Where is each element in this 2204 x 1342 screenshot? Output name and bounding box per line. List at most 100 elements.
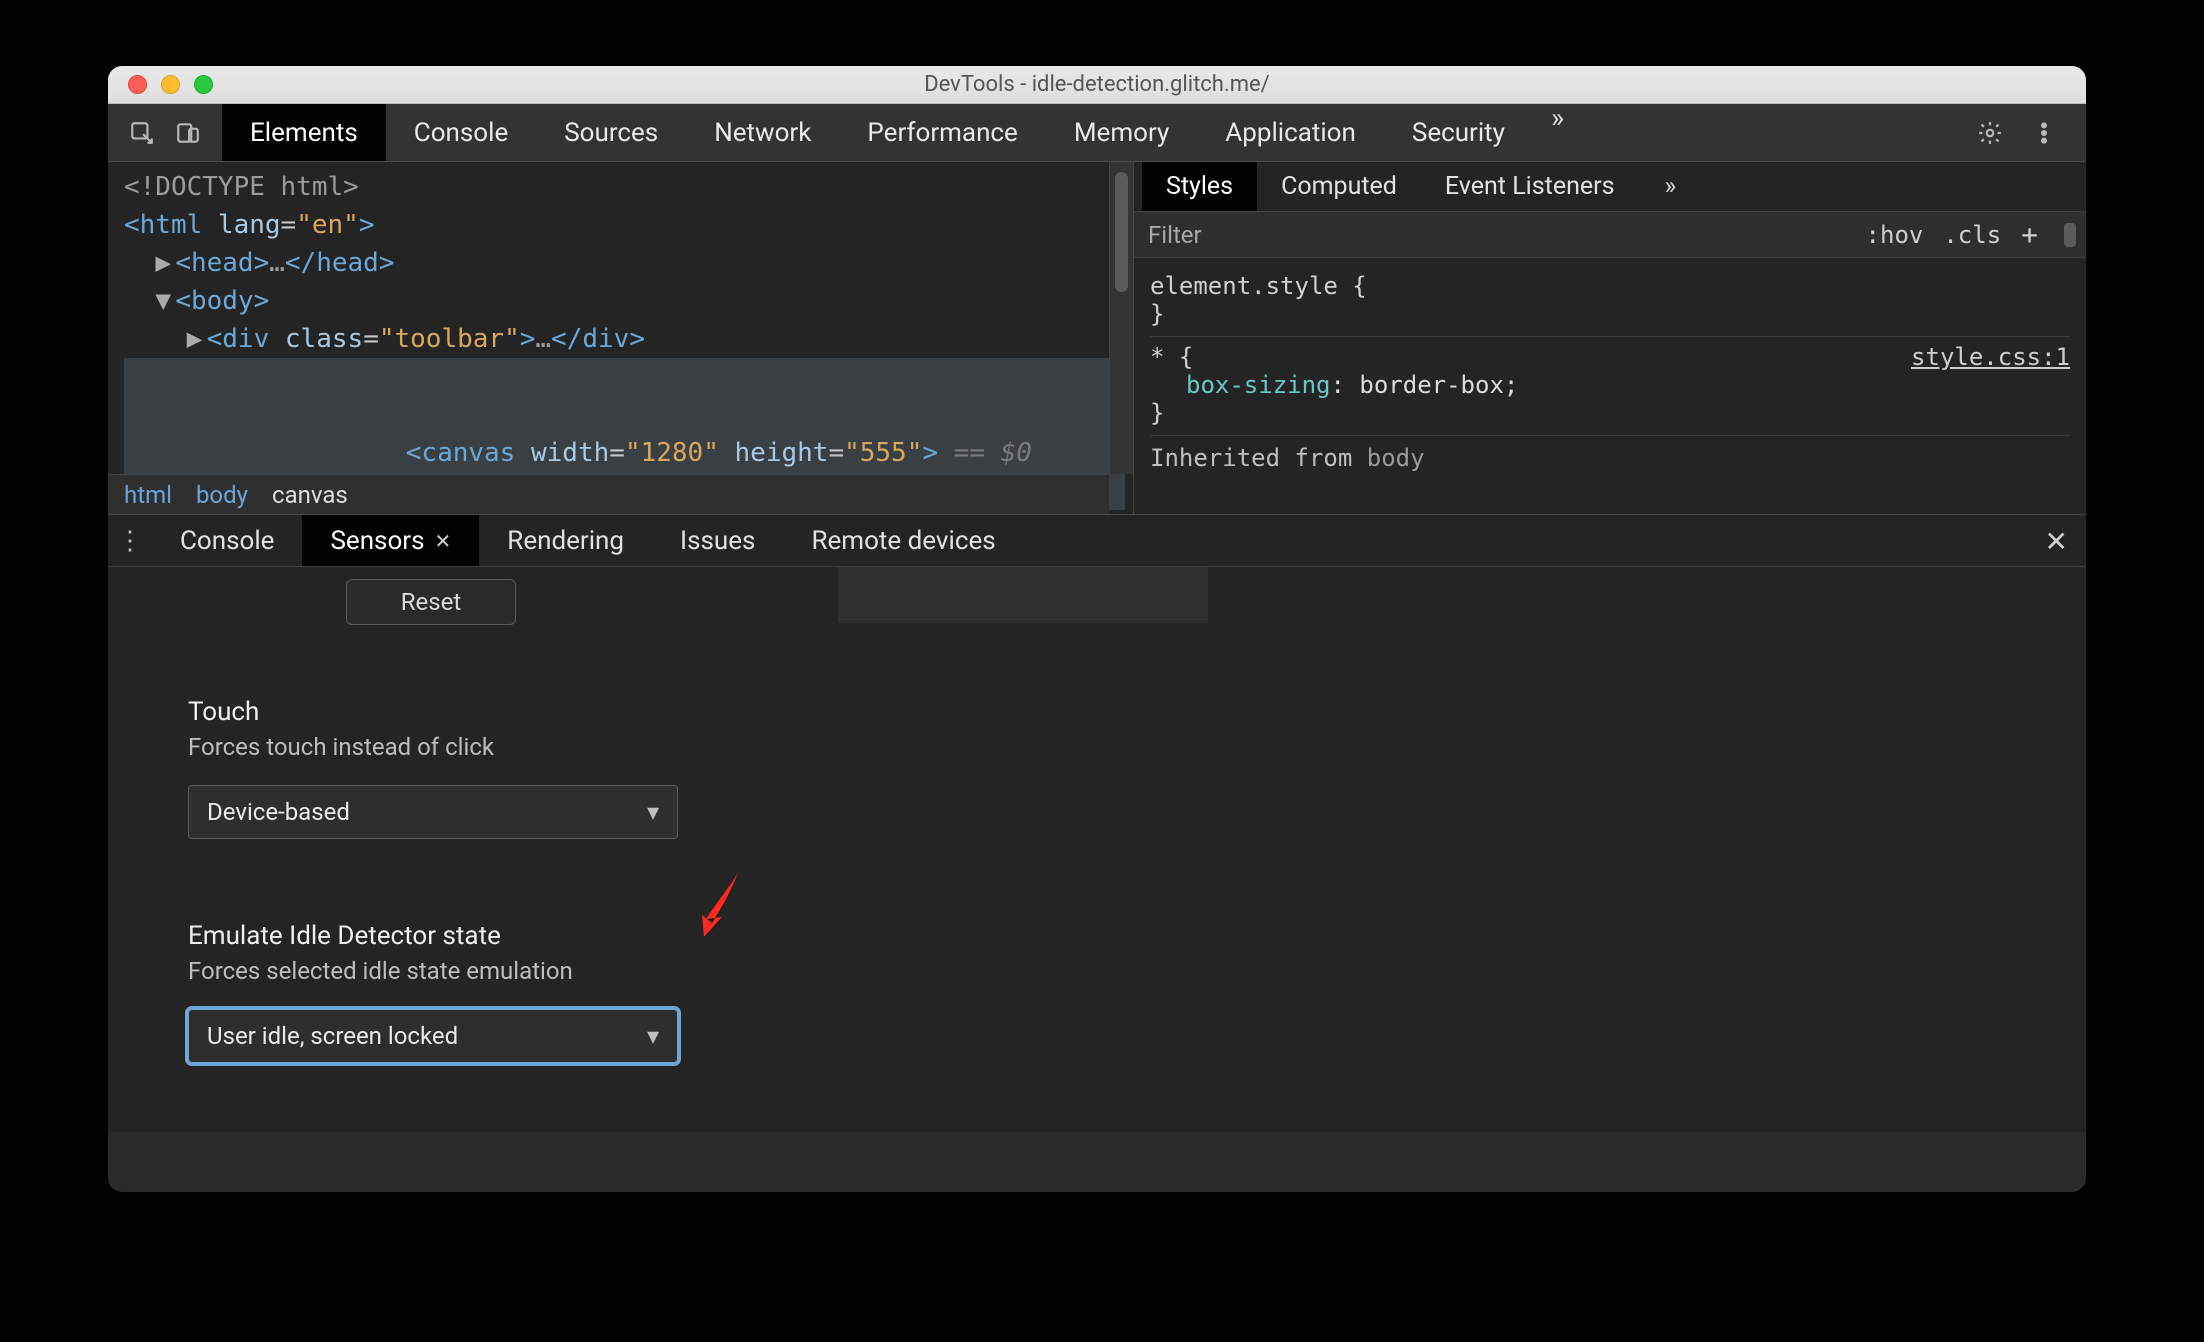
dom-html-open-post: > xyxy=(359,210,375,240)
elements-split: <!DOCTYPE html> <html lang="en"> ▶<head>… xyxy=(108,162,2086,514)
dom-head-close: </head> xyxy=(285,248,395,278)
dom-canvas-hval: "555" xyxy=(844,438,922,468)
kebab-menu-icon[interactable] xyxy=(2022,111,2066,155)
rule-element-style[interactable]: element.style { } xyxy=(1150,266,2070,337)
tab-label: Performance xyxy=(867,118,1017,148)
hov-toggle[interactable]: :hov xyxy=(1866,221,1924,249)
dom-body-open: <body> xyxy=(175,286,269,316)
dom-div-ellipsis: … xyxy=(535,324,551,354)
dom-div-class-name: class xyxy=(285,324,363,354)
styles-filter-row: Filter :hov .cls + xyxy=(1134,212,2086,258)
styles-filter-input[interactable]: Filter xyxy=(1148,221,1866,249)
dom-canvas-open-close: > xyxy=(922,438,938,468)
styles-tab-computed[interactable]: Computed xyxy=(1257,162,1421,211)
drawer-kebab-icon[interactable]: ⋮ xyxy=(108,526,152,556)
drawer-tab-console[interactable]: Console xyxy=(152,515,302,566)
idle-select-value: User idle, screen locked xyxy=(207,1022,458,1050)
idle-title: Emulate Idle Detector state xyxy=(188,921,678,951)
new-rule-icon[interactable]: + xyxy=(2021,218,2038,251)
styles-mini-scrollbar[interactable] xyxy=(2064,223,2076,247)
rule-close: } xyxy=(1150,399,2070,427)
touch-title: Touch xyxy=(188,697,678,727)
top-toolbar: Elements Console Sources Network Perform… xyxy=(108,104,2086,162)
idle-select[interactable]: User idle, screen locked ▾ xyxy=(188,1009,678,1063)
inherited-label: Inherited from xyxy=(1150,444,1367,472)
dom-head-ellipsis: … xyxy=(269,248,285,278)
rule-prop: box-sizing xyxy=(1186,371,1331,399)
dom-div-open: <div xyxy=(207,324,285,354)
window-title: DevTools - idle-detection.glitch.me/ xyxy=(108,72,2086,97)
drawer: ⋮ Console Sensors✕ Rendering Issues Remo… xyxy=(108,514,2086,1132)
tab-label: Console xyxy=(414,118,508,148)
drawer-tab-rendering[interactable]: Rendering xyxy=(479,515,652,566)
chevron-down-icon: ▾ xyxy=(647,1022,659,1050)
settings-icon[interactable] xyxy=(1968,111,2012,155)
dom-div-close: </div> xyxy=(551,324,645,354)
inherited-row: Inherited from body xyxy=(1150,436,2070,472)
inherited-from: body xyxy=(1367,444,1425,472)
tab-label: Security xyxy=(1412,118,1505,148)
styles-tab-event-listeners[interactable]: Event Listeners xyxy=(1421,162,1639,211)
more-styles-tabs-icon[interactable]: » xyxy=(1649,172,1693,201)
touch-select[interactable]: Device-based ▾ xyxy=(188,785,678,839)
inspect-element-icon[interactable] xyxy=(122,113,162,153)
rule-close: } xyxy=(1150,300,2070,328)
touch-select-value: Device-based xyxy=(207,798,350,826)
styles-tab-styles[interactable]: Styles xyxy=(1142,162,1257,211)
orientation-preview-placeholder xyxy=(838,567,1208,623)
tab-label: Styles xyxy=(1166,172,1233,201)
touch-subtitle: Forces touch instead of click xyxy=(188,733,678,761)
tab-network[interactable]: Network xyxy=(686,104,839,161)
drawer-tab-remote-devices[interactable]: Remote devices xyxy=(783,515,1023,566)
devtools-window: DevTools - idle-detection.glitch.me/ Ele… xyxy=(108,66,2086,1192)
tab-performance[interactable]: Performance xyxy=(839,104,1045,161)
drawer-close-icon[interactable]: ✕ xyxy=(2045,525,2068,558)
scrollbar-thumb[interactable] xyxy=(1115,172,1128,292)
tab-application[interactable]: Application xyxy=(1197,104,1384,161)
drawer-tabs: ⋮ Console Sensors✕ Rendering Issues Remo… xyxy=(108,515,2086,567)
tab-label: Application xyxy=(1225,118,1356,148)
dom-eq-dollar0: == $0 xyxy=(938,438,1032,468)
drawer-tab-issues[interactable]: Issues xyxy=(652,515,783,566)
tab-label: Network xyxy=(714,118,811,148)
breadcrumb-item[interactable]: body xyxy=(196,481,248,509)
dom-canvas-hname: height xyxy=(735,438,829,468)
tab-elements[interactable]: Elements xyxy=(222,104,386,161)
dom-attr-val: "en" xyxy=(296,210,359,240)
titlebar: DevTools - idle-detection.glitch.me/ xyxy=(108,66,2086,104)
annotation-arrow-icon xyxy=(688,867,752,957)
cls-toggle[interactable]: .cls xyxy=(1943,221,2001,249)
reset-button[interactable]: Reset xyxy=(346,579,516,625)
rule-star[interactable]: style.css:1 * { box-sizing: border-box; … xyxy=(1150,337,2070,436)
dom-div-class-val: "toolbar" xyxy=(379,324,520,354)
dom-scrollbar[interactable] xyxy=(1109,162,1133,474)
breadcrumb-item[interactable]: html xyxy=(124,481,172,509)
idle-subtitle: Forces selected idle state emulation xyxy=(188,957,678,985)
tab-security[interactable]: Security xyxy=(1384,104,1533,161)
breadcrumb: html body canvas xyxy=(108,474,1109,514)
drawer-tab-sensors[interactable]: Sensors✕ xyxy=(302,515,479,566)
close-tab-icon[interactable]: ✕ xyxy=(435,529,452,553)
dom-attr-name: lang xyxy=(218,210,281,240)
tab-label: Computed xyxy=(1281,172,1397,201)
tab-label: Memory xyxy=(1074,118,1169,148)
tab-console[interactable]: Console xyxy=(386,104,536,161)
chevron-down-icon: ▾ xyxy=(647,798,659,826)
filter-placeholder: Filter xyxy=(1148,221,1202,249)
tab-label: Console xyxy=(180,526,274,556)
idle-section: Emulate Idle Detector state Forces selec… xyxy=(188,921,678,1063)
dom-canvas-open: <canvas xyxy=(406,438,531,468)
styles-rules: element.style { } style.css:1 * { box-si… xyxy=(1134,258,2086,472)
tab-label: Issues xyxy=(680,526,755,556)
dom-html-open-pre: <html xyxy=(124,210,218,240)
device-toolbar-icon[interactable] xyxy=(168,113,208,153)
tab-sources[interactable]: Sources xyxy=(536,104,686,161)
reset-label: Reset xyxy=(401,588,461,616)
rule-source-link[interactable]: style.css:1 xyxy=(1911,343,2070,371)
breadcrumb-item[interactable]: canvas xyxy=(272,481,348,509)
tab-label: Rendering xyxy=(507,526,624,556)
tab-memory[interactable]: Memory xyxy=(1046,104,1197,161)
rule-val: border-box xyxy=(1359,371,1504,399)
more-tabs-icon[interactable]: » xyxy=(1533,104,1582,161)
dom-panel: <!DOCTYPE html> <html lang="en"> ▶<head>… xyxy=(108,162,1133,514)
